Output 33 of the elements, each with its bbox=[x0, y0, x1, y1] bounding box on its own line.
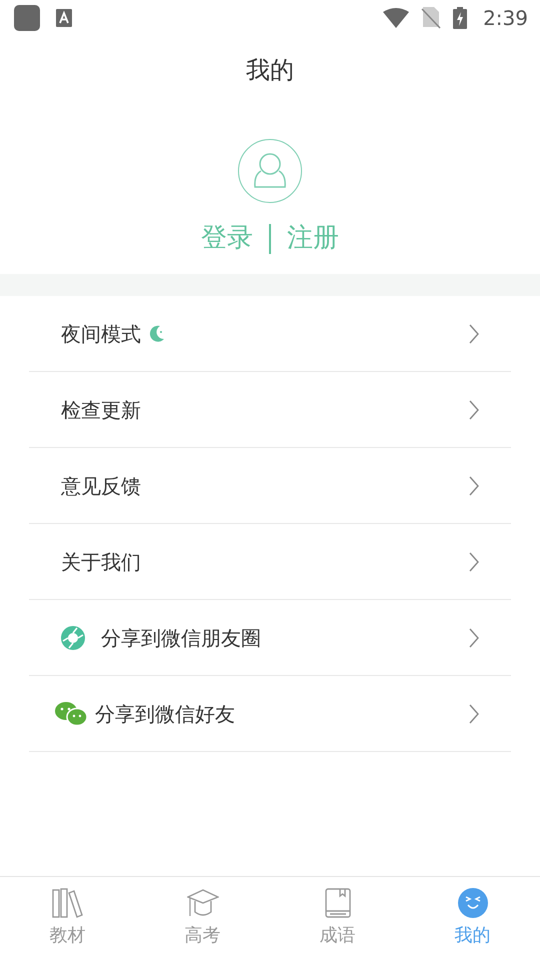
book-icon bbox=[324, 888, 350, 918]
menu-row[interactable]: 夜间模式 bbox=[29, 296, 511, 372]
menu-row[interactable]: 关于我们 bbox=[29, 524, 511, 600]
menu-row[interactable]: 分享到微信好友 bbox=[29, 676, 511, 752]
chevron-right-icon bbox=[469, 324, 479, 344]
moon-icon bbox=[149, 324, 165, 342]
menu-row[interactable]: 分享到微信朋友圈 bbox=[29, 600, 511, 676]
chevron-right-icon bbox=[469, 476, 479, 496]
wifi-icon bbox=[383, 8, 410, 28]
chat-bubbles-icon bbox=[55, 700, 87, 726]
avatar-icon[interactable] bbox=[238, 139, 302, 203]
chevron-right-icon bbox=[469, 704, 479, 724]
chevron-right-icon bbox=[469, 552, 479, 572]
menu-label: 分享到微信朋友圈 bbox=[101, 624, 261, 652]
graduation-cap-icon bbox=[186, 888, 218, 918]
menu-row[interactable]: 检查更新 bbox=[29, 372, 511, 448]
battery-icon bbox=[453, 7, 468, 29]
app-icon bbox=[14, 5, 40, 31]
books-icon bbox=[52, 888, 84, 918]
menu-row[interactable]: 意见反馈 bbox=[29, 448, 511, 524]
no-sim-icon bbox=[421, 7, 442, 29]
menu-label: 分享到微信好友 bbox=[95, 700, 235, 728]
menu-label: 夜间模式 bbox=[61, 320, 141, 348]
keyboard-icon bbox=[56, 9, 72, 27]
chevron-right-icon bbox=[469, 400, 479, 420]
menu-label: 检查更新 bbox=[61, 396, 141, 424]
page-title: 我的 bbox=[246, 55, 294, 86]
menu-label: 关于我们 bbox=[61, 548, 141, 576]
aperture-icon bbox=[61, 626, 85, 650]
smiley-face-icon bbox=[458, 888, 488, 918]
clock-time: 2:39 bbox=[483, 5, 528, 32]
menu-label: 意见反馈 bbox=[61, 472, 141, 500]
chevron-right-icon bbox=[469, 628, 479, 648]
